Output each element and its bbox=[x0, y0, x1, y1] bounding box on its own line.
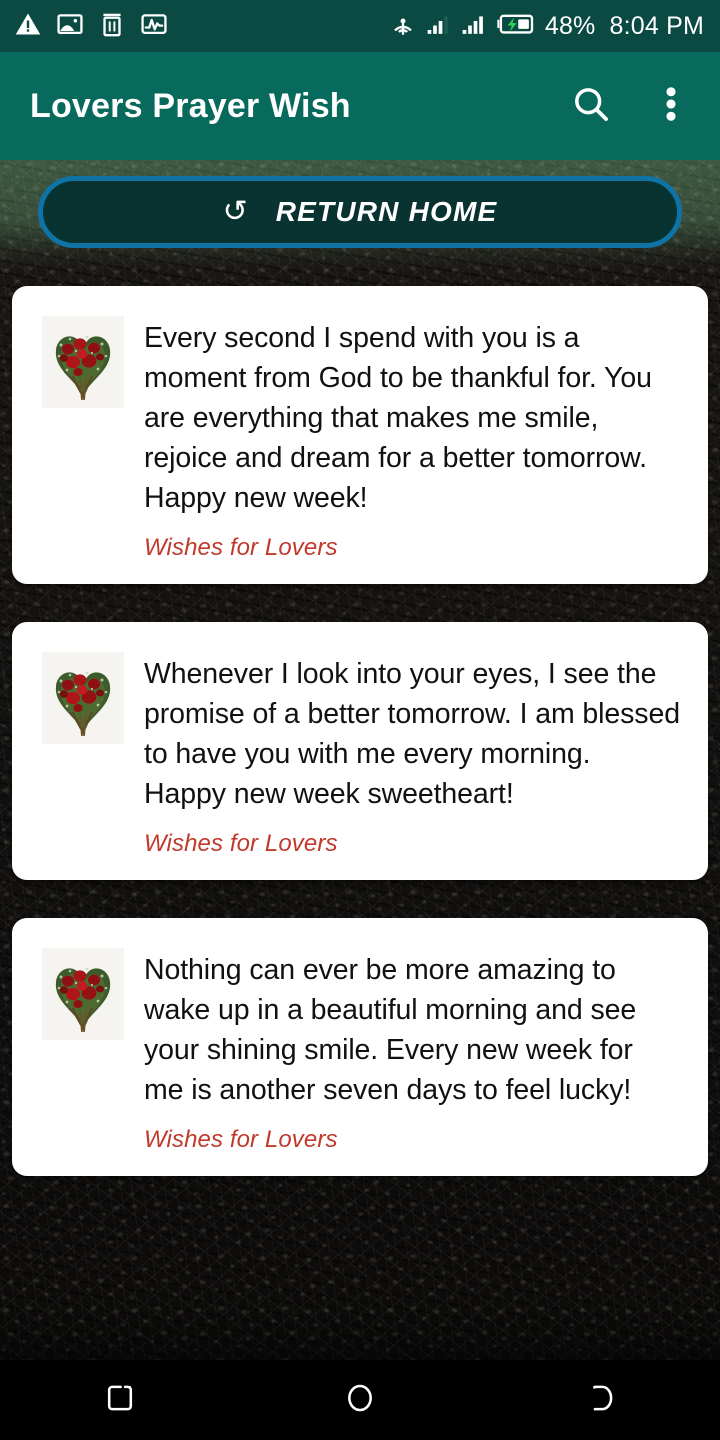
app-bar: Lovers Prayer Wish bbox=[0, 52, 720, 160]
wish-attribution: Wishes for Lovers bbox=[144, 1126, 338, 1153]
wish-message: Nothing can ever be more amazing to wake… bbox=[144, 954, 637, 1106]
status-bar-system-icons: 48% 8:04 PM bbox=[389, 10, 704, 43]
status-bar-notification-icons bbox=[14, 10, 168, 43]
refresh-icon: ↺ bbox=[222, 195, 248, 228]
wishes-list: Every second I spend with you is a momen… bbox=[0, 286, 720, 1176]
list-item[interactable]: Every second I spend with you is a momen… bbox=[12, 286, 708, 584]
activity-pulse-icon bbox=[140, 10, 168, 43]
heart-rose-bouquet-image bbox=[42, 316, 124, 408]
app-bar-actions bbox=[564, 79, 698, 133]
card-body: Whenever I look into your eyes, I see th… bbox=[144, 652, 680, 858]
return-home-label: RETURN HOME bbox=[275, 196, 498, 227]
overflow-menu-button[interactable] bbox=[644, 79, 698, 133]
warning-icon bbox=[14, 10, 42, 43]
wish-message: Whenever I look into your eyes, I see th… bbox=[144, 658, 680, 810]
more-vertical-icon bbox=[664, 83, 678, 130]
card-body: Nothing can ever be more amazing to wake… bbox=[144, 948, 680, 1154]
recents-button[interactable] bbox=[70, 1370, 170, 1430]
heart-rose-bouquet-image bbox=[42, 948, 124, 1040]
card-body: Every second I spend with you is a momen… bbox=[144, 316, 680, 562]
battery-percent-label: 48% bbox=[544, 11, 596, 40]
back-icon bbox=[582, 1380, 618, 1421]
battery-charging-icon bbox=[496, 11, 536, 42]
wish-message: Every second I spend with you is a momen… bbox=[144, 322, 652, 514]
home-button[interactable] bbox=[310, 1370, 410, 1430]
back-button[interactable] bbox=[550, 1370, 650, 1430]
page-title: Lovers Prayer Wish bbox=[30, 86, 351, 125]
list-item[interactable]: Whenever I look into your eyes, I see th… bbox=[12, 622, 708, 880]
signal-bars-sim1-icon bbox=[426, 11, 452, 42]
search-icon bbox=[570, 83, 612, 130]
main-content: ↺ RETURN HOME Every second I spend with … bbox=[0, 160, 720, 1360]
signal-bars-sim2-icon bbox=[461, 11, 487, 42]
screenshot-image-icon bbox=[56, 10, 84, 43]
status-bar: 48% 8:04 PM bbox=[0, 0, 720, 52]
wish-attribution: Wishes for Lovers bbox=[144, 830, 338, 857]
android-navigation-bar bbox=[0, 1360, 720, 1440]
wish-attribution: Wishes for Lovers bbox=[144, 534, 338, 561]
hotspot-cast-icon bbox=[389, 10, 417, 43]
recents-icon bbox=[102, 1380, 138, 1421]
search-button[interactable] bbox=[564, 79, 618, 133]
heart-rose-bouquet-image bbox=[42, 652, 124, 744]
phone-screen: 48% 8:04 PM Lovers Prayer Wish ↺ RETURN … bbox=[0, 0, 720, 1440]
clock-label: 8:04 PM bbox=[609, 11, 704, 40]
trash-icon bbox=[98, 10, 126, 43]
list-item[interactable]: Nothing can ever be more amazing to wake… bbox=[12, 918, 708, 1176]
home-circle-icon bbox=[342, 1380, 378, 1421]
return-home-button[interactable]: ↺ RETURN HOME bbox=[38, 176, 682, 248]
